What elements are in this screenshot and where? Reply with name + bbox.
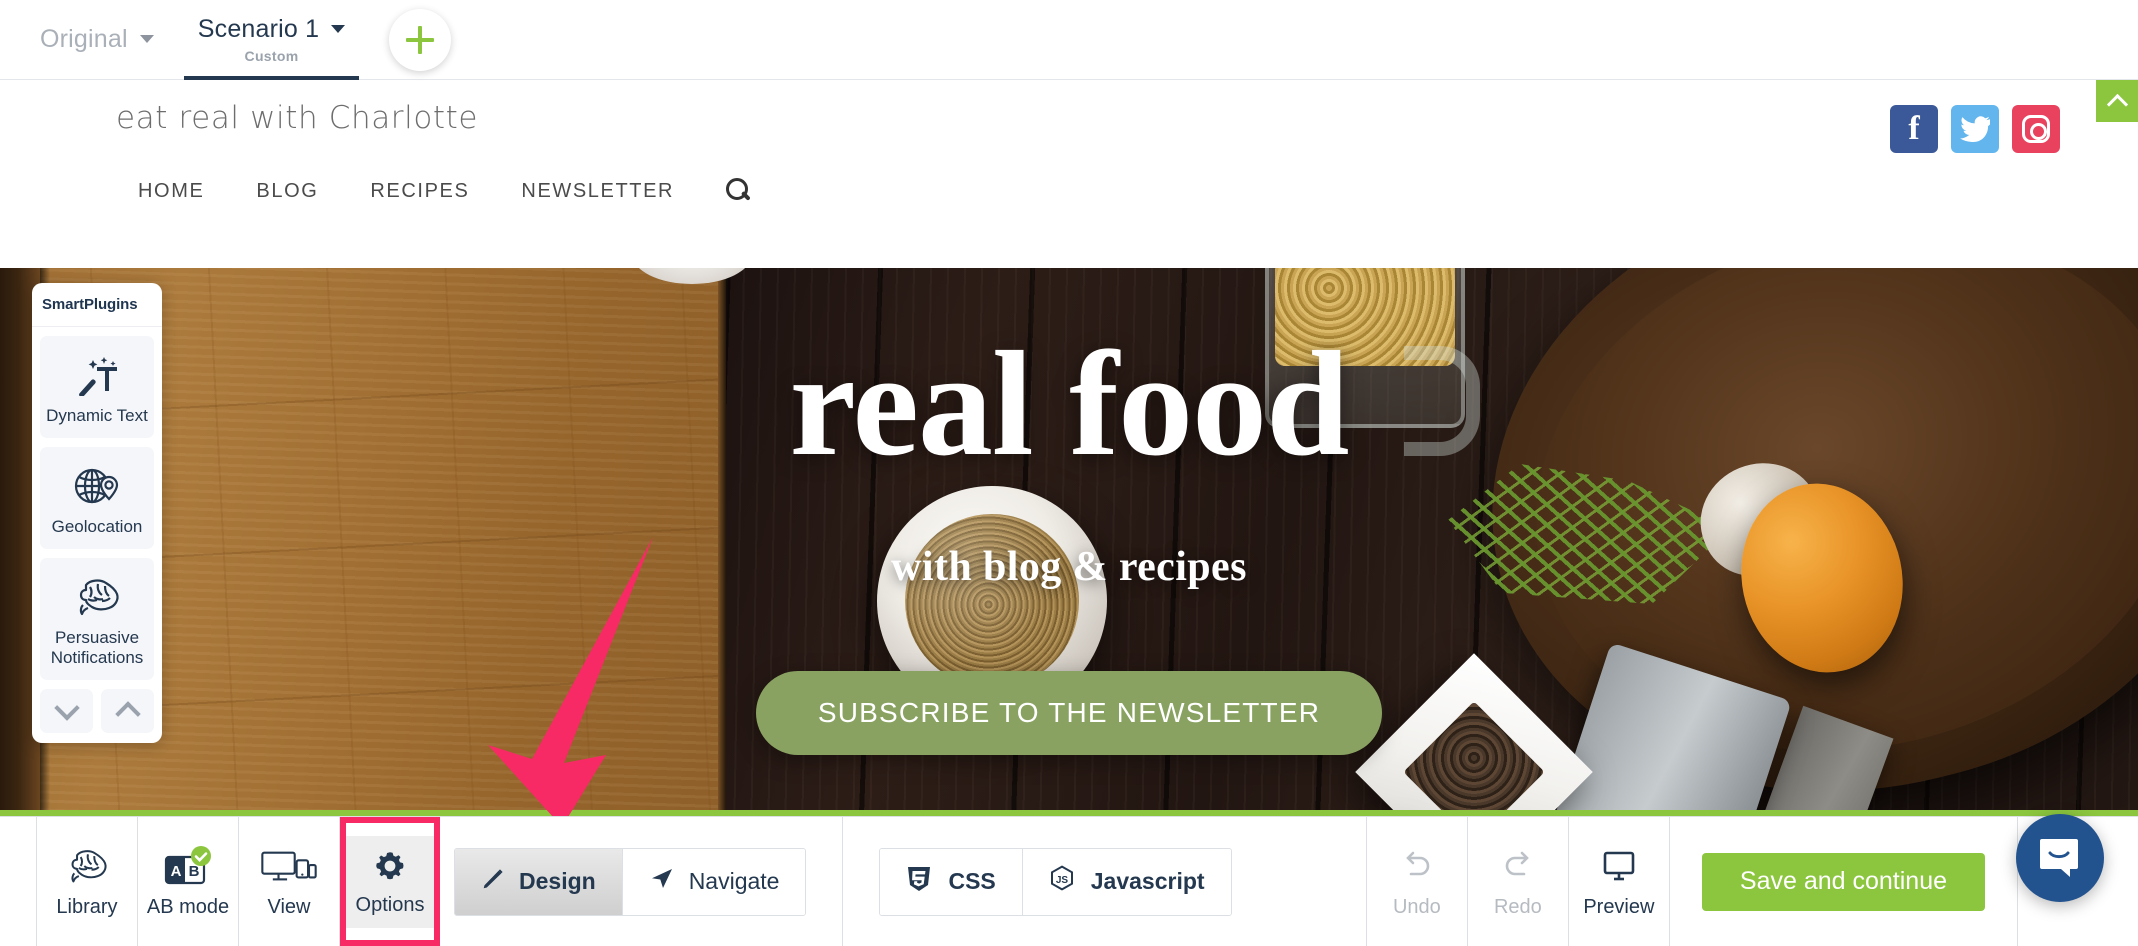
code-segmented-control: CSS JS Javascript bbox=[879, 847, 1232, 916]
editor-toolbar: Library A B AB mode View Options Design … bbox=[0, 816, 2138, 946]
social-links: f bbox=[1890, 105, 2060, 153]
nav-item-blog[interactable]: BLOG bbox=[256, 180, 318, 203]
options-button[interactable]: Options bbox=[346, 835, 434, 928]
globe-pin-icon bbox=[44, 461, 150, 513]
save-and-continue-button[interactable]: Save and continue bbox=[1701, 852, 1985, 911]
chevron-down-icon[interactable] bbox=[331, 25, 346, 33]
css3-icon bbox=[906, 865, 932, 899]
svg-text:JS: JS bbox=[1056, 875, 1069, 886]
chat-bubble-icon[interactable] bbox=[2016, 814, 2104, 902]
navigate-mode-label: Navigate bbox=[688, 868, 780, 894]
css-button-label: CSS bbox=[948, 868, 996, 894]
scenario-tab-scenario-1[interactable]: Scenario 1 Custom bbox=[176, 0, 368, 80]
subscribe-newsletter-button[interactable]: SUBSCRIBE TO THE NEWSLETTER bbox=[755, 671, 1383, 755]
svg-text:B: B bbox=[189, 863, 200, 880]
ab-mode-button[interactable]: A B AB mode bbox=[138, 817, 238, 946]
toolbar-flex-gap bbox=[1232, 817, 1366, 946]
jar-handle bbox=[1404, 346, 1480, 456]
cursor-arrow-icon bbox=[649, 867, 675, 897]
undo-button[interactable]: Undo bbox=[1367, 817, 1467, 946]
smartplugins-scroll-up-button[interactable] bbox=[101, 689, 154, 734]
redo-button[interactable]: Redo bbox=[1468, 817, 1568, 946]
smartplugins-panel: SmartPlugins Dynamic Text Geolocation Pe… bbox=[32, 283, 162, 744]
library-button[interactable]: Library bbox=[37, 817, 137, 946]
site-header: eat real with Charlotte HOME BLOG RECIPE… bbox=[0, 80, 2138, 268]
facebook-icon[interactable]: f bbox=[1890, 105, 1938, 153]
js-icon: JS bbox=[1049, 864, 1075, 899]
website-preview: eat real with Charlotte HOME BLOG RECIPE… bbox=[0, 80, 2138, 816]
view-button-label: View bbox=[267, 896, 311, 918]
scenario-tab-original-label: Original bbox=[40, 25, 128, 53]
brain-icon bbox=[64, 844, 110, 890]
search-icon[interactable] bbox=[726, 178, 752, 204]
scenario-tab-subtitle: Custom bbox=[244, 48, 299, 64]
smartplugin-geolocation-label: Geolocation bbox=[51, 517, 143, 537]
chevron-up-icon bbox=[114, 701, 141, 727]
preview-button[interactable]: Preview bbox=[1569, 817, 1669, 946]
redo-icon bbox=[1498, 844, 1538, 890]
smartplugin-geolocation[interactable]: Geolocation bbox=[40, 447, 154, 550]
monitor-icon bbox=[1598, 844, 1640, 890]
site-nav: HOME BLOG RECIPES NEWSLETTER bbox=[138, 178, 752, 204]
toolbar-left-pad bbox=[0, 817, 36, 946]
css-button[interactable]: CSS bbox=[880, 848, 1022, 915]
save-area: Save and continue bbox=[1670, 817, 2017, 946]
hero-section: DEXTER real food with blog & recipes SUB… bbox=[0, 268, 2138, 816]
javascript-button[interactable]: JS Javascript bbox=[1021, 848, 1231, 915]
redo-button-label: Redo bbox=[1493, 896, 1542, 918]
smartplugin-persuasive-notifications[interactable]: Persuasive Notifications bbox=[40, 558, 154, 681]
chevron-down-icon[interactable] bbox=[139, 35, 154, 43]
site-logo: eat real with Charlotte bbox=[116, 100, 479, 136]
navigate-mode-button[interactable]: Navigate bbox=[621, 848, 806, 915]
gear-icon bbox=[371, 847, 409, 890]
smartplugin-persuasive-notifications-label: Persuasive Notifications bbox=[50, 628, 144, 668]
svg-text:A: A bbox=[171, 863, 182, 880]
smartplugins-title: SmartPlugins bbox=[32, 283, 162, 327]
pencil-icon bbox=[481, 867, 505, 897]
smartplugin-dynamic-text[interactable]: Dynamic Text bbox=[40, 336, 154, 439]
facebook-glyph: f bbox=[1908, 110, 1920, 147]
options-button-label: Options bbox=[355, 893, 425, 916]
nav-item-newsletter[interactable]: NEWSLETTER bbox=[521, 180, 674, 203]
brain-icon bbox=[44, 572, 150, 624]
add-scenario-button[interactable] bbox=[389, 8, 452, 71]
undo-icon bbox=[1397, 844, 1437, 890]
twitter-icon[interactable] bbox=[1951, 105, 1999, 153]
smartplugins-pager bbox=[40, 689, 154, 734]
scenario-tab-scenario-1-label: Scenario 1 bbox=[197, 15, 320, 43]
scenario-tab-original[interactable]: Original bbox=[18, 0, 176, 80]
smartplugin-dynamic-text-label: Dynamic Text bbox=[46, 406, 148, 425]
library-button-label: Library bbox=[56, 896, 118, 918]
plus-icon bbox=[406, 25, 435, 54]
chevron-down-icon bbox=[53, 695, 80, 721]
view-button[interactable]: View bbox=[239, 817, 339, 946]
chevron-up-icon bbox=[2106, 93, 2128, 115]
scroll-to-top-button[interactable] bbox=[2096, 80, 2138, 122]
design-mode-button[interactable]: Design bbox=[455, 848, 622, 915]
instagram-icon[interactable] bbox=[2012, 105, 2060, 153]
ab-mode-button-label: AB mode bbox=[146, 896, 230, 918]
mode-segmented-control: Design Navigate bbox=[454, 847, 807, 916]
scenario-tab-bar: Original Scenario 1 Custom bbox=[0, 0, 2138, 80]
undo-button-label: Undo bbox=[1392, 896, 1441, 918]
ab-check-icon: A B bbox=[162, 844, 214, 890]
instagram-glyph bbox=[2022, 115, 2050, 143]
nav-item-home[interactable]: HOME bbox=[138, 180, 204, 203]
options-highlight-ring: Options bbox=[340, 817, 440, 946]
preview-button-label: Preview bbox=[1583, 896, 1655, 918]
design-mode-label: Design bbox=[519, 868, 596, 894]
javascript-button-label: Javascript bbox=[1090, 868, 1205, 894]
smartplugins-scroll-down-button[interactable] bbox=[40, 689, 93, 734]
app-root: Original Scenario 1 Custom eat real with… bbox=[0, 0, 2138, 946]
magic-wand-text-icon bbox=[44, 350, 150, 402]
devices-icon bbox=[260, 844, 318, 890]
nav-item-recipes[interactable]: RECIPES bbox=[370, 180, 469, 203]
